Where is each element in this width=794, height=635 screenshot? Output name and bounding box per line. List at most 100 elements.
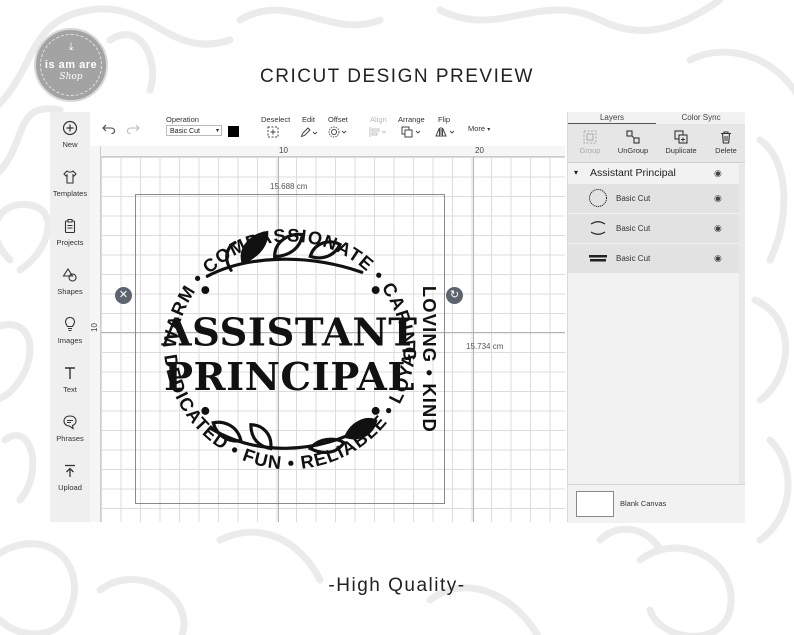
sidebar-item-shapes[interactable]: Shapes	[50, 267, 90, 296]
footer-tagline: -High Quality-	[328, 575, 466, 596]
shirt-icon	[63, 170, 77, 184]
design-canvas[interactable]: 10 20 10 15.688 cm 15.734 cm WARM • COMP…	[90, 146, 565, 522]
operation-label: Operation	[166, 115, 199, 124]
flip-label: Flip	[438, 115, 451, 124]
ruler-left: 10	[90, 146, 101, 522]
more-label: More	[468, 124, 486, 133]
layer-actions: Group UnGroup Duplicate Delete	[568, 124, 745, 163]
page-title: CRICUT DESIGN PREVIEW	[260, 66, 534, 87]
more-button[interactable]: More ▾	[468, 124, 490, 133]
eye-icon[interactable]: ◉	[714, 253, 722, 264]
sidebar-item-label: Text	[63, 385, 77, 394]
selection-box[interactable]: WARM • COMPASSIONATE • CARING • DEDICATE…	[135, 194, 445, 504]
layers-scrollbar[interactable]	[739, 164, 745, 484]
arrange-icon[interactable]	[401, 126, 423, 138]
layer-thumbnail-circle	[589, 189, 607, 207]
layer-thumbnail-laurels	[590, 221, 606, 235]
trash-icon	[721, 131, 731, 144]
brand-badge: ⤓ is am are Shop	[34, 28, 108, 102]
edit-label: Edit	[302, 115, 315, 124]
align-label: Align	[370, 115, 387, 124]
cricut-app-window: New Templates Projects Shapes Images Tex…	[50, 112, 745, 523]
grid-major-line	[473, 157, 474, 522]
eye-icon[interactable]: ◉	[714, 193, 722, 204]
sidebar-item-text[interactable]: Text	[50, 365, 90, 394]
chevron-down-icon: ▾	[215, 128, 219, 134]
ring-text-right: LOVING • KIND	[419, 286, 440, 433]
close-handle-icon[interactable]: ✕	[115, 287, 132, 304]
delete-label: Delete	[715, 146, 737, 155]
lightbulb-icon	[64, 316, 76, 332]
eye-icon[interactable]: ◉	[714, 223, 722, 234]
clipboard-icon	[64, 219, 76, 234]
blank-canvas-row[interactable]: Blank Canvas	[568, 484, 745, 523]
layer-group-name: Assistant Principal	[590, 167, 676, 179]
deselect-label: Deselect	[261, 115, 291, 124]
layer-row[interactable]: Basic Cut ◉	[568, 244, 740, 274]
layer-label: Basic Cut	[616, 224, 651, 233]
sidebar-item-label: New	[62, 140, 78, 149]
design-title-line1: ASSISTANT	[161, 311, 418, 356]
align-icon[interactable]	[368, 126, 388, 138]
layer-label: Basic Cut	[616, 194, 651, 203]
rotate-handle-icon[interactable]: ↻	[446, 287, 463, 304]
blank-canvas-swatch[interactable]	[576, 491, 614, 517]
flip-icon[interactable]	[435, 126, 457, 138]
layer-row[interactable]: Basic Cut ◉	[568, 184, 740, 214]
speech-bubble-icon	[63, 415, 77, 430]
chevron-down-icon: ▾	[487, 127, 491, 133]
design-title-line2: PRINCIPAL	[164, 355, 415, 400]
delete-button[interactable]: Delete	[704, 130, 748, 155]
sidebar-item-new[interactable]: New	[50, 120, 90, 149]
sidebar-item-label: Shapes	[57, 287, 83, 296]
operation-select[interactable]: Basic Cut ▾	[166, 125, 222, 136]
sidebar-item-phrases[interactable]: Phrases	[50, 414, 90, 443]
sidebar-item-label: Phrases	[56, 434, 84, 443]
sidebar-item-label: Templates	[52, 189, 88, 198]
ungroup-icon	[626, 130, 640, 144]
color-swatch[interactable]	[228, 126, 239, 137]
top-toolbar: Operation Basic Cut ▾ Deselect Edit Offs…	[90, 112, 565, 147]
height-dimension: 15.734 cm	[466, 342, 504, 351]
sidebar-item-templates[interactable]: Templates	[50, 169, 90, 198]
group-icon	[583, 130, 597, 144]
undo-icon[interactable]	[102, 124, 116, 134]
redo-icon[interactable]	[126, 124, 140, 134]
layer-group-row[interactable]: ▾ Assistant Principal ◉	[568, 164, 745, 184]
group-button[interactable]: Group	[568, 130, 612, 155]
ruler-top: 10 20	[90, 146, 565, 157]
layer-row[interactable]: Basic Cut ◉	[568, 214, 740, 244]
eye-icon[interactable]: ◉	[714, 168, 722, 179]
download-arrow-icon: ⤓	[68, 41, 74, 53]
layer-thumbnail-text	[589, 255, 607, 262]
width-dimension: 15.688 cm	[270, 182, 308, 191]
layer-label: Basic Cut	[616, 254, 651, 263]
upload-icon	[65, 464, 75, 477]
sidebar-item-label: Projects	[56, 238, 84, 247]
sidebar-item-images[interactable]: Images	[50, 316, 90, 345]
group-label: Group	[579, 146, 601, 155]
sidebar-item-label: Upload	[58, 483, 82, 492]
plus-circle-icon	[62, 120, 78, 136]
arrange-label: Arrange	[398, 115, 425, 124]
ruler-number: 10	[279, 146, 288, 155]
offset-label: Offset	[328, 115, 348, 124]
deselect-icon[interactable]	[267, 126, 279, 138]
duplicate-button[interactable]: Duplicate	[659, 130, 703, 155]
chevron-down-icon[interactable]: ▾	[574, 168, 578, 177]
tab-color-sync[interactable]: Color Sync	[657, 112, 745, 123]
sidebar-item-upload[interactable]: Upload	[50, 463, 90, 492]
layers-panel: Layers Color Sync Group UnGroup Duplicat…	[567, 112, 745, 523]
blank-canvas-label: Blank Canvas	[620, 499, 667, 508]
duplicate-icon	[674, 130, 688, 144]
pencil-icon[interactable]	[300, 126, 318, 138]
text-t-icon	[65, 367, 75, 379]
sidebar-item-label: Images	[57, 336, 83, 345]
ungroup-label: UnGroup	[617, 146, 649, 155]
ungroup-button[interactable]: UnGroup	[611, 130, 655, 155]
offset-icon[interactable]	[328, 126, 348, 138]
shapes-icon	[62, 267, 77, 282]
duplicate-label: Duplicate	[665, 146, 697, 155]
design-artwork: WARM • COMPASSIONATE • CARING • DEDICATE…	[136, 195, 440, 473]
sidebar-item-projects[interactable]: Projects	[50, 218, 90, 247]
